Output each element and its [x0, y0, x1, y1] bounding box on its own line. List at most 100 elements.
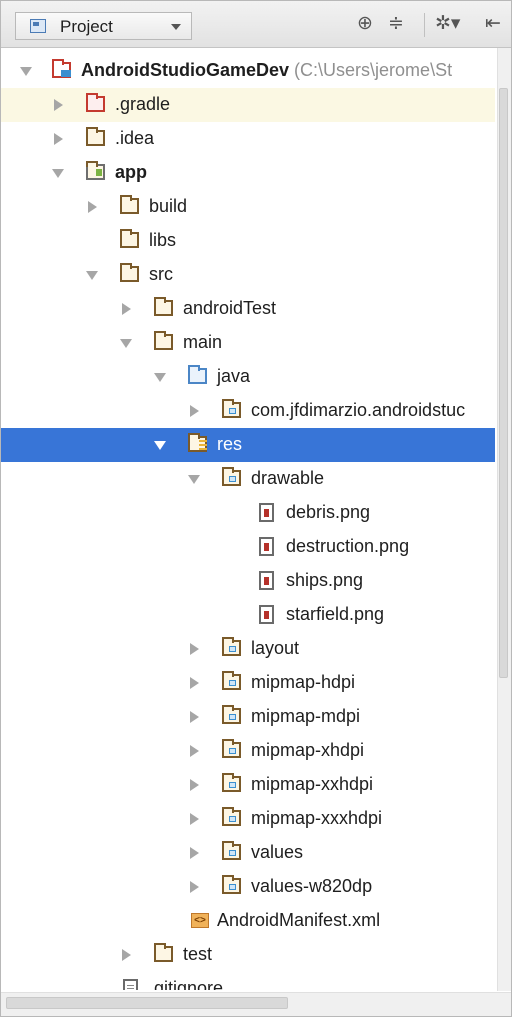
collapsed-arrow-icon[interactable] [54, 133, 63, 145]
chevron-down-icon [171, 24, 181, 30]
image-file-icon [259, 605, 274, 624]
resources-folder-icon [188, 433, 207, 452]
tree-row-starfield[interactable]: starfield.png [1, 598, 495, 632]
tree-row-src[interactable]: src [1, 258, 495, 292]
expanded-arrow-icon[interactable] [154, 441, 166, 450]
tree-row-gitignore[interactable]: .gitignore [1, 972, 495, 990]
collapsed-arrow-icon[interactable] [190, 711, 199, 723]
collapse-all-icon[interactable]: ≑ [388, 14, 404, 34]
project-folder-icon [52, 59, 71, 78]
tree-row-debris[interactable]: debris.png [1, 496, 495, 530]
tree-row-package[interactable]: com.jfdimarzio.androidstuc [1, 394, 495, 428]
xml-file-icon: <> [191, 913, 209, 928]
project-view-dropdown[interactable]: Project [15, 12, 192, 40]
project-view-icon [30, 19, 46, 33]
folder-icon [154, 297, 173, 316]
collapsed-arrow-icon[interactable] [54, 99, 63, 111]
tree-label-drawable: drawable [251, 468, 325, 488]
tree-row-app[interactable]: app [1, 156, 495, 190]
horizontal-scrollbar-thumb[interactable] [6, 997, 288, 1009]
vertical-scrollbar-thumb[interactable] [499, 88, 508, 678]
hide-panel-icon[interactable]: ⇤ [485, 14, 501, 34]
image-file-icon [259, 537, 274, 556]
tree-row-build[interactable]: build [1, 190, 495, 224]
tree-row-manifest[interactable]: <> AndroidManifest.xml [1, 904, 495, 938]
tree-row-res[interactable]: res [1, 428, 495, 462]
tree-row-libs[interactable]: libs [1, 224, 495, 258]
tree-label-debris: debris.png [286, 502, 371, 522]
collapsed-arrow-icon[interactable] [190, 405, 199, 417]
source-folder-icon [188, 365, 207, 384]
expanded-arrow-icon[interactable] [20, 67, 32, 76]
toolbar-divider [424, 13, 425, 37]
tree-row-main[interactable]: main [1, 326, 495, 360]
collapsed-arrow-icon[interactable] [190, 779, 199, 791]
expanded-arrow-icon[interactable] [86, 271, 98, 280]
expanded-arrow-icon[interactable] [154, 373, 166, 382]
folder-icon [154, 331, 173, 350]
tree-row-mipmap-xxxhdpi[interactable]: mipmap-xxxhdpi [1, 802, 495, 836]
expanded-arrow-icon[interactable] [52, 169, 64, 178]
collapsed-arrow-icon[interactable] [190, 813, 199, 825]
tree-label-mipmap-xxxhdpi: mipmap-xxxhdpi [251, 808, 383, 828]
tree-label-package: com.jfdimarzio.androidstuc [251, 400, 466, 420]
project-toolbar: Project ⊕ ≑ ✲▾ ⇤ [1, 1, 511, 48]
image-file-icon [259, 503, 274, 522]
package-icon [222, 807, 241, 826]
package-icon [222, 637, 241, 656]
module-folder-icon [86, 161, 105, 180]
tree-row-mipmap-mdpi[interactable]: mipmap-mdpi [1, 700, 495, 734]
tree-row-mipmap-xhdpi[interactable]: mipmap-xhdpi [1, 734, 495, 768]
collapsed-arrow-icon[interactable] [122, 949, 131, 961]
tree-row-java[interactable]: java [1, 360, 495, 394]
expanded-arrow-icon[interactable] [120, 339, 132, 348]
tree-row-androidtest[interactable]: androidTest [1, 292, 495, 326]
project-view-label: Project [60, 17, 113, 36]
tree-row-test[interactable]: test [1, 938, 495, 972]
folder-icon [154, 943, 173, 962]
tree-row-destruction[interactable]: destruction.png [1, 530, 495, 564]
folder-icon [86, 127, 105, 146]
tree-label-main: main [183, 332, 223, 352]
image-file-icon [259, 571, 274, 590]
tree-row-values-w820dp[interactable]: values-w820dp [1, 870, 495, 904]
tree-label-idea: .idea [115, 128, 155, 148]
collapsed-arrow-icon[interactable] [190, 881, 199, 893]
tree-row-gradle[interactable]: .gradle [1, 88, 495, 122]
tree-row-idea[interactable]: .idea [1, 122, 495, 156]
collapsed-arrow-icon[interactable] [88, 201, 97, 213]
tree-label-build: build [149, 196, 188, 216]
package-icon [222, 399, 241, 418]
target-icon[interactable]: ⊕ [357, 14, 373, 34]
tree-label-gitignore: .gitignore [149, 978, 224, 990]
tree-row-values[interactable]: values [1, 836, 495, 870]
tree-label-libs: libs [149, 230, 177, 250]
tree-label-src: src [149, 264, 173, 284]
folder-icon [120, 195, 139, 214]
package-icon [222, 467, 241, 486]
tree-label-mipmap-xxhdpi: mipmap-xxhdpi [251, 774, 374, 794]
tree-label-manifest: AndroidManifest.xml [217, 910, 381, 930]
collapsed-arrow-icon[interactable] [122, 303, 131, 315]
expanded-arrow-icon[interactable] [188, 475, 200, 484]
tree-label-starfield: starfield.png [286, 604, 385, 624]
tree-label-test: test [183, 944, 213, 964]
package-icon [222, 705, 241, 724]
collapsed-arrow-icon[interactable] [190, 643, 199, 655]
tree-row-ships[interactable]: ships.png [1, 564, 495, 598]
tree-row-project[interactable]: AndroidStudioGameDev (C:\Users\jerome\St [1, 54, 495, 88]
tree-label-app: app [115, 162, 148, 182]
tree-row-mipmap-hdpi[interactable]: mipmap-hdpi [1, 666, 495, 700]
collapsed-arrow-icon[interactable] [190, 745, 199, 757]
tree-row-layout[interactable]: layout [1, 632, 495, 666]
project-name: AndroidStudioGameDev [81, 60, 290, 80]
tree-label-ships: ships.png [286, 570, 364, 590]
collapsed-arrow-icon[interactable] [190, 847, 199, 859]
tree-row-drawable[interactable]: drawable [1, 462, 495, 496]
tree-label-destruction: destruction.png [286, 536, 410, 556]
gear-menu-icon[interactable]: ✲▾ [435, 14, 460, 34]
tree-row-mipmap-xxhdpi[interactable]: mipmap-xxhdpi [1, 768, 495, 802]
tree-label-values-w820dp: values-w820dp [251, 876, 373, 896]
tree-label-layout: layout [251, 638, 300, 658]
collapsed-arrow-icon[interactable] [190, 677, 199, 689]
